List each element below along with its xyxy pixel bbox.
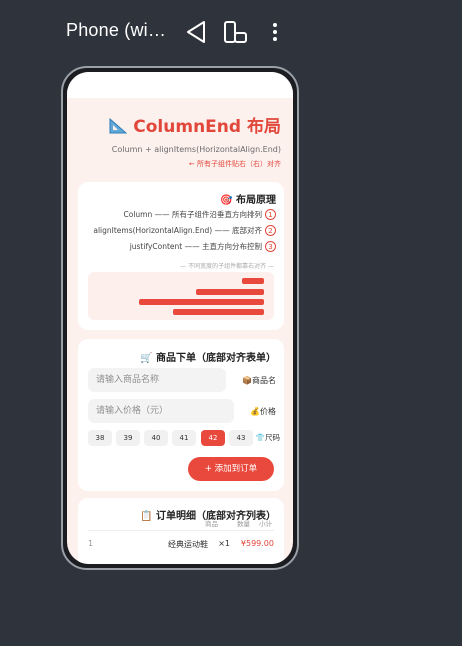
app-page[interactable]: ColumnEnd 布局 Column + alignItems(Horizon… bbox=[67, 98, 293, 564]
hero-section: ColumnEnd 布局 Column + alignItems(Horizon… bbox=[71, 112, 281, 169]
principle-row-1: Column —— 所有子组件沿垂直方向排列 1 bbox=[124, 209, 276, 220]
size-option-39[interactable]: 39 bbox=[116, 430, 140, 446]
order-list-card: 📋 订单明细（底部对齐列表） 商品 数量 小计 1 经典运动鞋 ×1 ¥599.… bbox=[78, 498, 284, 564]
row-product-name: 经典运动鞋 bbox=[168, 540, 208, 549]
principle-card: 🎯 布局原理 Column —— 所有子组件沿垂直方向排列 1 alignItem… bbox=[78, 182, 284, 330]
price-input[interactable]: 请输入价格（元） bbox=[88, 399, 234, 423]
size-option-38[interactable]: 38 bbox=[88, 430, 112, 446]
triangle-ruler-icon bbox=[109, 117, 128, 139]
row-price: ¥599.00 bbox=[240, 539, 274, 548]
size-option-42[interactable]: 42 bbox=[201, 430, 225, 446]
size-option-43[interactable]: 43 bbox=[229, 430, 253, 446]
size-option-41[interactable]: 41 bbox=[172, 430, 196, 446]
dart-target-icon: 🎯 bbox=[220, 195, 233, 206]
size-label: 👕尺码 bbox=[255, 433, 280, 442]
list-divider bbox=[88, 530, 274, 531]
phone-frame: ColumnEnd 布局 Column + alignItems(Horizon… bbox=[61, 66, 299, 570]
header-product: 商品 bbox=[205, 520, 218, 528]
rotate-device-icon[interactable] bbox=[222, 18, 248, 46]
demo-bar-4 bbox=[173, 309, 264, 315]
clipboard-icon: 📋 bbox=[140, 511, 153, 522]
principle-row-3: justifyContent —— 主直方向分布控制 3 bbox=[130, 241, 276, 252]
demo-box bbox=[88, 272, 274, 320]
order-card: 🛒 商品下单（底部对齐表单） 请输入商品名称 📦商品名 请输入价格（元） 💰价格… bbox=[78, 339, 284, 491]
row-index: 1 bbox=[88, 539, 94, 548]
demo-bar-2 bbox=[196, 289, 264, 295]
principle-title: 🎯 布局原理 bbox=[220, 195, 276, 206]
header-subtotal: 小计 bbox=[259, 520, 272, 528]
demo-bar-3 bbox=[139, 299, 264, 305]
emulator-toolbar: Phone (wi… bbox=[0, 14, 462, 50]
page-subtitle: Column + alignItems(HorizontalAlign.End) bbox=[111, 145, 281, 154]
principle-row-2: alignItems(HorizontalAlign.End) —— 底部对齐 2 bbox=[93, 225, 276, 236]
demo-bar-1 bbox=[242, 278, 264, 284]
back-triangle-icon[interactable] bbox=[183, 18, 209, 46]
size-option-40[interactable]: 40 bbox=[144, 430, 168, 446]
shirt-icon: 👕 bbox=[255, 433, 265, 442]
product-name-input[interactable]: 请输入商品名称 bbox=[88, 368, 226, 392]
header-qty: 数量 bbox=[237, 520, 250, 528]
more-vert-icon[interactable] bbox=[262, 18, 288, 46]
demo-caption: — 不同宽度的子组件都靠右对齐 — bbox=[180, 263, 274, 270]
price-label: 💰价格 bbox=[250, 407, 276, 416]
page-title: ColumnEnd 布局 bbox=[71, 112, 281, 139]
phone-screen: ColumnEnd 布局 Column + alignItems(Horizon… bbox=[67, 72, 293, 564]
window-title: Phone (wi… bbox=[66, 20, 167, 40]
money-bag-icon: 💰 bbox=[250, 407, 260, 416]
add-to-order-button[interactable]: + 添加到订单 bbox=[188, 457, 274, 481]
order-title: 🛒 商品下单（底部对齐表单） bbox=[140, 353, 276, 364]
shopping-cart-icon: 🛒 bbox=[140, 353, 153, 364]
product-name-label: 📦商品名 bbox=[242, 376, 276, 385]
package-icon: 📦 bbox=[242, 376, 252, 385]
page-title-text: ColumnEnd 布局 bbox=[133, 117, 281, 137]
row-qty: ×1 bbox=[218, 539, 230, 548]
status-bar bbox=[67, 72, 293, 98]
page-hint: ← 所有子组件贴右（右）对齐 bbox=[188, 160, 281, 168]
